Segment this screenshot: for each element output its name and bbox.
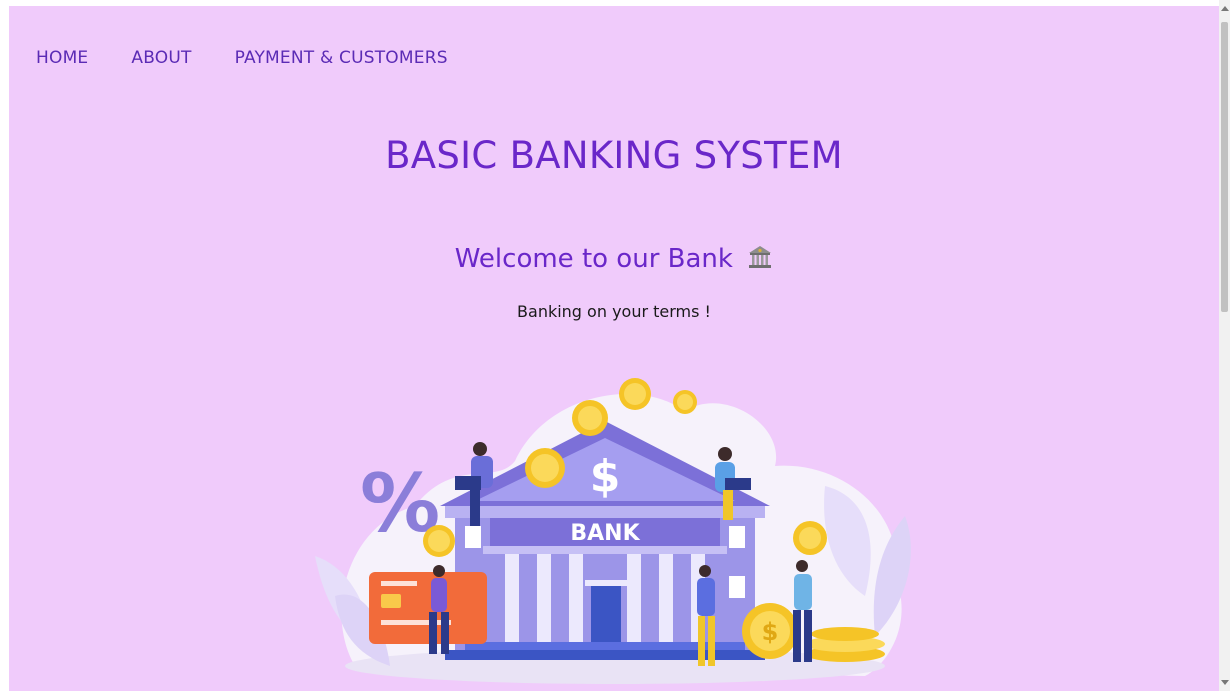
vertical-scrollbar[interactable] xyxy=(1219,0,1230,691)
top-nav: HOME ABOUT PAYMENT & CUSTOMERS xyxy=(36,48,448,68)
scroll-up-arrow-icon[interactable] xyxy=(1221,6,1229,11)
scroll-down-arrow-icon[interactable] xyxy=(1221,680,1229,685)
bank-illustration: % $ BANK $ xyxy=(315,378,911,684)
svg-text:$: $ xyxy=(762,618,779,646)
bank-door xyxy=(591,586,621,642)
nav-payment-customers-link[interactable]: PAYMENT & CUSTOMERS xyxy=(235,48,448,68)
bank-building-icon xyxy=(749,246,772,268)
welcome-heading: Welcome to our Bank xyxy=(9,244,1219,274)
scroll-thumb[interactable] xyxy=(1221,22,1228,312)
dollar-sign: $ xyxy=(590,451,621,502)
page-title: BASIC BANKING SYSTEM xyxy=(385,134,843,177)
nav-home-link[interactable]: HOME xyxy=(36,48,88,68)
nav-about-link[interactable]: ABOUT xyxy=(131,48,191,68)
welcome-text: Welcome to our Bank xyxy=(454,244,733,274)
bank-sign: BANK xyxy=(570,521,640,546)
credit-card xyxy=(369,572,487,644)
page-background: HOME ABOUT PAYMENT & CUSTOMERS BASIC BAN… xyxy=(9,6,1219,691)
tagline: Banking on your terms ! xyxy=(517,302,711,321)
